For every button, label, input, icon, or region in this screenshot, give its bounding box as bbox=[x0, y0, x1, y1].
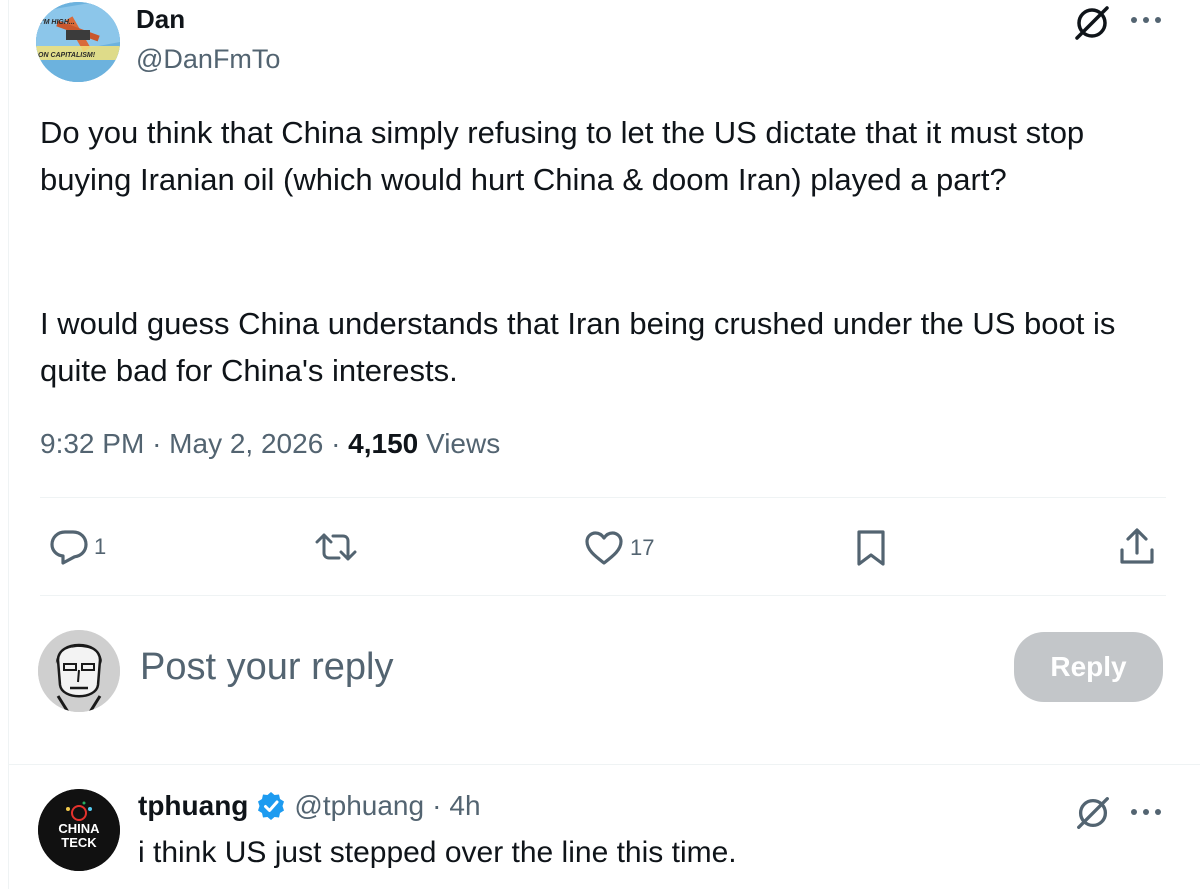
reply-author-avatar[interactable]: CHINA TECK bbox=[38, 789, 120, 871]
views-count: 4,150 bbox=[348, 428, 419, 459]
repost-action[interactable] bbox=[315, 531, 357, 563]
meta-separator: · bbox=[432, 790, 442, 821]
bookmark-icon bbox=[857, 530, 885, 566]
like-action[interactable]: 17 bbox=[584, 530, 654, 566]
avatar-text-top: I'M HIGH... bbox=[40, 19, 75, 26]
avatar-illustration: I'M HIGH... ON CAPITALISM! bbox=[36, 2, 120, 82]
bookmark-action[interactable] bbox=[855, 529, 887, 567]
heart-icon bbox=[585, 531, 623, 565]
more-icon[interactable] bbox=[1128, 14, 1164, 26]
share-action[interactable] bbox=[1118, 527, 1156, 567]
reply-action[interactable]: 1 bbox=[50, 529, 106, 565]
grok-icon[interactable] bbox=[1071, 2, 1113, 44]
post-time[interactable]: 9:32 PM bbox=[40, 428, 144, 459]
verified-badge-icon bbox=[258, 792, 285, 820]
reply-input[interactable]: Post your reply bbox=[140, 646, 393, 689]
post-text-paragraph-2: I would guess China understands that Ira… bbox=[40, 306, 1116, 388]
post-text-paragraph-1: Do you think that China simply refusing … bbox=[40, 115, 1085, 197]
post-date[interactable]: May 2, 2026 bbox=[169, 428, 323, 459]
divider bbox=[8, 764, 1200, 765]
more-icon[interactable] bbox=[1128, 806, 1164, 818]
meta-separator: · bbox=[152, 428, 162, 459]
divider bbox=[40, 497, 1166, 498]
repost-icon bbox=[315, 533, 357, 561]
reply-count: 1 bbox=[94, 534, 107, 559]
grok-icon[interactable] bbox=[1073, 793, 1113, 833]
current-user-avatar[interactable] bbox=[38, 630, 120, 712]
reply-text: i think US just stepped over the line th… bbox=[138, 836, 737, 869]
meta-separator: · bbox=[331, 428, 341, 459]
author-handle[interactable]: @DanFmTo bbox=[136, 44, 280, 75]
reply-header: tphuang @tphuang · 4h bbox=[138, 790, 481, 822]
author-name[interactable]: Dan bbox=[136, 4, 185, 35]
views-label: Views bbox=[426, 428, 501, 459]
reply-avatar-line2: TECK bbox=[61, 835, 97, 850]
like-count: 17 bbox=[630, 535, 655, 560]
reply-author-handle[interactable]: @tphuang bbox=[294, 790, 424, 822]
reply-age[interactable]: 4h bbox=[449, 790, 480, 822]
share-icon bbox=[1120, 528, 1154, 564]
reply-avatar-line1: CHINA bbox=[58, 821, 100, 836]
avatar-text-bottom: ON CAPITALISM! bbox=[38, 52, 96, 59]
author-avatar[interactable]: I'M HIGH... ON CAPITALISM! bbox=[36, 2, 120, 82]
reply-button[interactable]: Reply bbox=[1014, 632, 1163, 702]
reply-author-name[interactable]: tphuang bbox=[138, 790, 248, 822]
post-meta: 9:32 PM · May 2, 2026 · 4,150 Views bbox=[40, 428, 500, 460]
divider bbox=[40, 595, 1166, 596]
reply-icon bbox=[50, 530, 88, 565]
